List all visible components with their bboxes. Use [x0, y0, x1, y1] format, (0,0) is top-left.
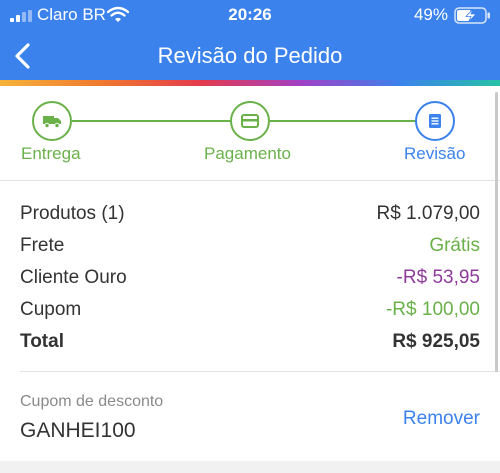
clock: 20:26 [228, 5, 272, 24]
app-header: Claro BR 20:26 49% Revisão do Pedido [0, 0, 500, 80]
coupon-code: GANHEI100 [20, 419, 136, 442]
summary-value: Grátis [429, 235, 480, 256]
summary-row-total: Total R$ 925,05 [20, 331, 480, 357]
summary-value: -R$ 100,00 [385, 299, 480, 320]
credit-card-icon [241, 114, 259, 128]
step-label-revisao: Revisão [404, 144, 466, 163]
section-divider [0, 180, 500, 181]
step-label-entrega: Entrega [21, 144, 81, 163]
step-connector [268, 120, 416, 122]
summary-value: R$ 1.079,00 [376, 203, 480, 224]
summary-label: Cliente Ouro [20, 267, 127, 288]
page-title: Revisão do Pedido [157, 43, 343, 68]
step-label-pagamento: Pagamento [204, 144, 291, 163]
coupon-caption: Cupom de desconto [20, 393, 164, 410]
summary-row-cliente-ouro: Cliente Ouro -R$ 53,95 [20, 267, 480, 293]
status-bar: Claro BR 20:26 49% [0, 0, 500, 30]
bottom-section-separator [0, 461, 500, 473]
section-divider [20, 371, 500, 372]
truck-icon [43, 116, 61, 129]
step-connector [72, 120, 232, 122]
summary-value: -R$ 53,95 [396, 267, 480, 288]
step-pagamento-icon[interactable] [230, 101, 270, 141]
remove-coupon-button[interactable]: Remover [403, 408, 480, 430]
summary-label: Frete [20, 235, 65, 256]
summary-row-frete: Frete Grátis [20, 235, 480, 261]
summary-label: Produtos (1) [20, 203, 125, 224]
summary-row-produtos: Produtos (1) R$ 1.079,00 [20, 203, 480, 229]
total-label: Total [20, 331, 64, 352]
navigation-bar: Revisão do Pedido [0, 30, 500, 80]
checkout-stepper: Entrega Pagamento Revisão [0, 86, 500, 180]
battery-charging-icon [454, 7, 490, 24]
summary-row-cupom: Cupom -R$ 100,00 [20, 299, 480, 325]
scrollbar[interactable] [495, 92, 498, 372]
summary-label: Cupom [20, 299, 82, 320]
total-value: R$ 925,05 [392, 331, 480, 352]
list-icon [429, 114, 441, 128]
battery-percentage: 49% [413, 5, 448, 24]
step-entrega-icon[interactable] [32, 101, 72, 141]
step-revisao-icon[interactable] [415, 101, 455, 141]
